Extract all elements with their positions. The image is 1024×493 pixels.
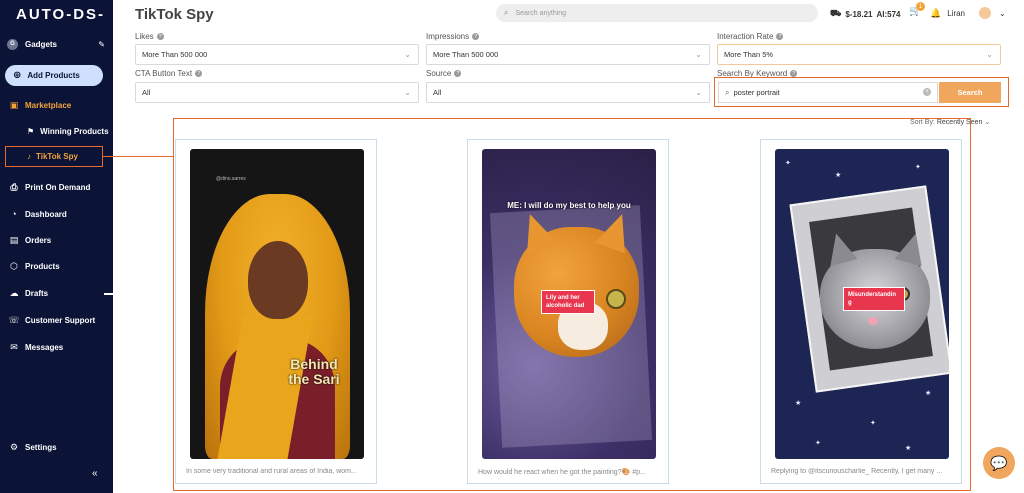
account-stats[interactable]: ⛟ $-18.21 AI:574 bbox=[830, 8, 900, 20]
clear-icon[interactable]: × bbox=[923, 88, 931, 96]
cart-badge: 1 bbox=[916, 2, 925, 11]
sidebar-item-winning-products[interactable]: ⚑ Winning Products bbox=[27, 127, 109, 136]
video-caption: Replying to @itscuriouscharlie_ Recently… bbox=[771, 468, 943, 475]
drafts-icon: ☁ bbox=[9, 287, 19, 298]
likes-label: Likes? bbox=[135, 32, 164, 41]
sidebar-item-drafts[interactable]: ☁ Drafts bbox=[9, 287, 49, 298]
video-tag: Misunderstandin g bbox=[843, 287, 905, 311]
sidebar-item-dashboard[interactable]: ◔ Dashboard bbox=[9, 209, 67, 219]
add-products-button[interactable]: ⊕ Add Products bbox=[5, 65, 103, 86]
store-icon: ▣ bbox=[9, 99, 19, 110]
help-icon: ? bbox=[195, 70, 203, 77]
gear-icon: ⚙ bbox=[9, 441, 19, 452]
video-card[interactable]: ✦ ★ ✦ ★ ✦ ★ ✦ ★ Misunderstandin g Replyi… bbox=[760, 139, 962, 484]
video-card[interactable]: @dino.sarres Behind the Sari In some ver… bbox=[175, 139, 377, 484]
impressions-select[interactable]: More Than 500 000 ⌄ bbox=[426, 44, 710, 65]
global-search-input[interactable]: ⌕ Search anything bbox=[496, 4, 818, 22]
store-avatar: G bbox=[7, 38, 18, 50]
impressions-label: Impressions? bbox=[426, 32, 480, 41]
dashboard-icon: ◔ bbox=[11, 209, 17, 219]
bell-icon[interactable]: 🔔 bbox=[930, 8, 941, 19]
search-placeholder: Search anything bbox=[515, 9, 567, 17]
support-icon: ☏ bbox=[8, 314, 20, 325]
video-thumbnail[interactable]: @dino.sarres Behind the Sari bbox=[190, 149, 364, 459]
search-icon: ⌕ bbox=[725, 87, 730, 97]
video-caption: In some very traditional and rural areas… bbox=[186, 468, 357, 475]
trophy-icon: ⚑ bbox=[27, 127, 35, 136]
print-icon: ⎙ bbox=[10, 181, 18, 192]
video-card[interactable]: ME: I will do my best to help you Lily a… bbox=[467, 139, 669, 484]
cta-label: CTA Button Text? bbox=[135, 69, 203, 78]
video-handle: @dino.sarres bbox=[216, 176, 246, 182]
sidebar-item-messages[interactable]: ✉ Messages bbox=[9, 342, 63, 352]
chevron-down-icon: ⌄ bbox=[695, 88, 702, 97]
search-button[interactable]: Search bbox=[939, 82, 1001, 103]
divider bbox=[104, 293, 113, 295]
chat-icon[interactable]: 💬 bbox=[983, 447, 1015, 479]
help-icon: ? bbox=[790, 70, 798, 77]
interaction-rate-label: Interaction Rate? bbox=[717, 32, 784, 41]
sidebar-item-settings[interactable]: ⚙ Settings bbox=[9, 442, 57, 452]
sidebar-item-customer-support[interactable]: ☏ Customer Support bbox=[8, 314, 95, 325]
sidebar-item-orders[interactable]: ▤ Orders bbox=[9, 234, 52, 245]
products-icon: ⬡ bbox=[10, 260, 18, 271]
search-icon: ⌕ bbox=[504, 8, 509, 17]
collapse-sidebar-icon[interactable]: « bbox=[92, 468, 98, 479]
interaction-rate-select[interactable]: More Than 5% ⌄ bbox=[717, 44, 1001, 65]
video-tag: Lily and her alcoholic dad bbox=[541, 290, 595, 314]
tiktok-icon: ♪ bbox=[27, 152, 31, 161]
truck-icon: ⛟ bbox=[830, 8, 842, 18]
video-thumbnail[interactable]: ME: I will do my best to help you Lily a… bbox=[482, 149, 656, 459]
chevron-down-icon: ⌄ bbox=[404, 88, 411, 97]
source-label: Source? bbox=[426, 69, 462, 78]
plus-icon: ⊕ bbox=[13, 70, 22, 81]
video-caption: How would he react when he got the paint… bbox=[478, 469, 646, 476]
cta-select[interactable]: All ⌄ bbox=[135, 82, 419, 103]
keyword-input[interactable]: ⌕ poster portrait × bbox=[718, 82, 938, 103]
user-menu[interactable]: 🔔 Liran ⌄ bbox=[930, 7, 1006, 19]
ai-credits: AI:574 bbox=[876, 9, 901, 19]
logo[interactable]: AUTO-DS- bbox=[16, 6, 105, 23]
sidebar: AUTO-DS- G Gadgets ✎ ⊕ Add Products ▣ Ma… bbox=[0, 0, 113, 493]
orders-icon: ▤ bbox=[9, 234, 19, 245]
sidebar-item-tiktok-spy[interactable]: ♪ TikTok Spy bbox=[5, 146, 103, 167]
help-icon: ? bbox=[776, 33, 784, 40]
help-icon: ? bbox=[454, 70, 462, 77]
balance: $-18.21 bbox=[845, 9, 873, 19]
source-select[interactable]: All ⌄ bbox=[426, 82, 710, 103]
store-name: Gadgets bbox=[25, 39, 58, 49]
sidebar-item-print-on-demand[interactable]: ⎙ Print On Demand bbox=[9, 182, 90, 192]
chevron-down-icon: ⌄ bbox=[404, 50, 411, 59]
store-selector[interactable]: G Gadgets ✎ bbox=[7, 37, 105, 51]
pencil-icon[interactable]: ✎ bbox=[98, 40, 105, 49]
chevron-down-icon: ⌄ bbox=[984, 119, 991, 126]
annotation-connector bbox=[103, 156, 173, 157]
help-icon: ? bbox=[156, 33, 164, 40]
page-title: TikTok Spy bbox=[135, 6, 214, 23]
video-overlay-text: ME: I will do my best to help you bbox=[507, 201, 631, 210]
sidebar-item-products[interactable]: ⬡ Products bbox=[9, 261, 60, 271]
video-overlay-text: Behind the Sari bbox=[288, 356, 340, 387]
user-name: Liran bbox=[947, 8, 966, 18]
video-thumbnail[interactable]: ✦ ★ ✦ ★ ✦ ★ ✦ ★ Misunderstandin g bbox=[775, 149, 949, 459]
messages-icon: ✉ bbox=[10, 341, 18, 352]
likes-select[interactable]: More Than 500 000 ⌄ bbox=[135, 44, 419, 65]
chevron-down-icon: ⌄ bbox=[695, 50, 702, 59]
chevron-down-icon: ⌄ bbox=[986, 50, 993, 59]
sidebar-item-marketplace[interactable]: ▣ Marketplace bbox=[9, 99, 72, 110]
cart-icon[interactable]: 🛒 1 bbox=[909, 2, 925, 17]
help-icon: ? bbox=[472, 33, 480, 40]
avatar bbox=[979, 7, 992, 19]
chevron-down-icon: ⌄ bbox=[999, 8, 1006, 18]
